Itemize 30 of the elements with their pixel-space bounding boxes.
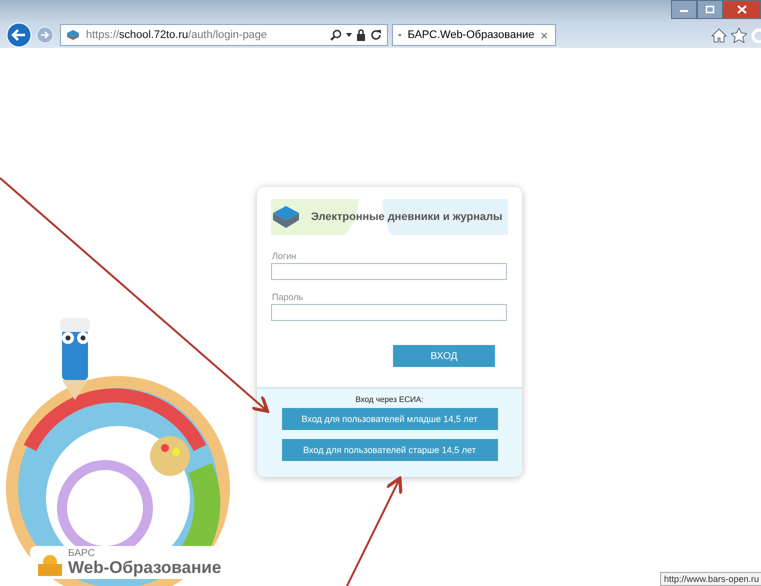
minimize-button[interactable] [671,0,697,19]
card-heading: Электронные дневники и журналы [311,211,502,223]
tab-title: БАРС.Web-Образование [408,29,534,41]
maximize-icon [705,5,715,14]
refresh-icon[interactable] [370,29,382,41]
input-field[interactable] [271,304,507,321]
logo-product: Web-Образование [68,559,222,576]
field-label: Пароль [272,292,304,302]
book-icon [271,204,301,230]
book-icon [66,29,80,41]
star-icon[interactable] [731,28,747,42]
logo-brand: БАРС [68,549,96,559]
esia-caption: Вход через ЕСИА: [356,395,424,404]
input-field[interactable] [271,263,507,280]
close-button[interactable] [723,0,761,19]
field-label: Логин [272,251,298,261]
maximize-button[interactable] [697,0,723,19]
login-button[interactable]: ВХОД [393,345,495,367]
caret-icon[interactable] [346,33,352,37]
esia-login-button[interactable]: Вход для пользователей младше 14,5 лет [282,408,498,430]
home-icon[interactable] [711,28,727,42]
back-button[interactable] [6,22,32,48]
address-field[interactable]: https://school.72to.ru/auth/login-page [60,24,388,46]
esia-login-button[interactable]: Вход для пользователей старше 14,5 лет [282,439,498,461]
lock-icon[interactable] [356,29,366,41]
tab-close-button[interactable]: × [540,28,550,42]
search-icon[interactable] [330,29,342,41]
status-url: http://www.bars-open.ru [660,572,761,586]
close-icon [737,5,747,14]
browser-tab[interactable]: БАРС.Web-Образование × [392,24,556,46]
